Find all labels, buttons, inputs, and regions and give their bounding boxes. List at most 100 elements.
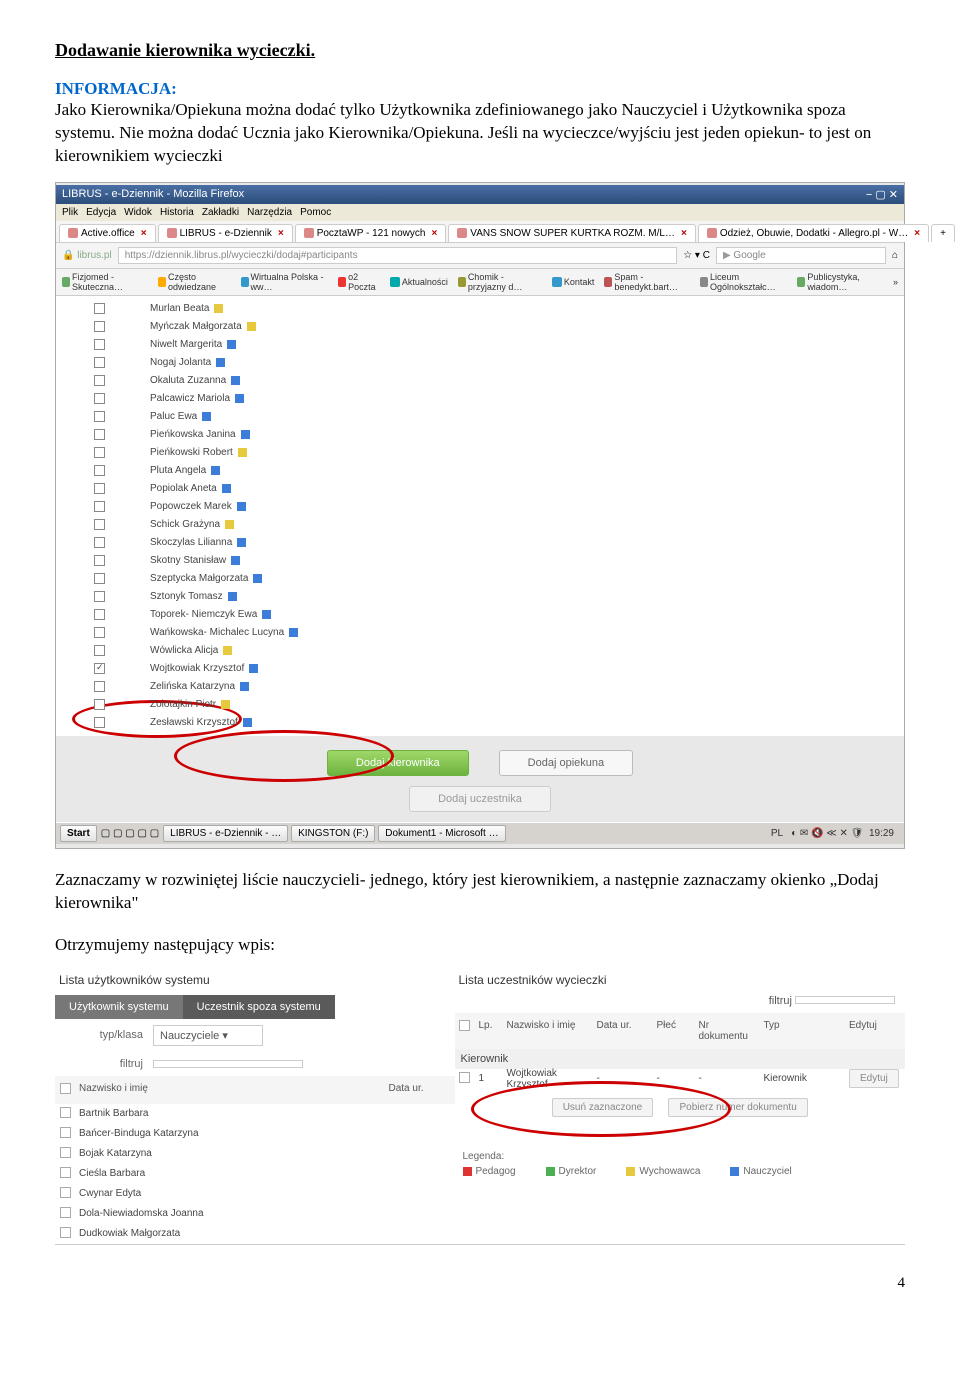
filter-input-left[interactable] [153,1060,303,1068]
row-checkbox[interactable] [60,1207,71,1218]
close-icon[interactable]: × [141,228,147,239]
teacher-row: Niwelt Margerita [66,336,904,354]
teacher-checkbox[interactable] [94,411,105,422]
row-checkbox[interactable] [60,1127,71,1138]
row-checkbox[interactable] [459,1072,470,1083]
teacher-checkbox[interactable] [94,609,105,620]
reload-icon[interactable]: ☆ ▾ C [683,250,710,261]
menu-item[interactable]: Edycja [86,207,116,218]
new-tab-button[interactable]: + [931,224,955,242]
bookmark-item[interactable]: Kontakt [552,277,595,287]
select-all-checkbox-right[interactable] [459,1020,470,1031]
taskbar-item[interactable]: KINGSTON (F:) [291,825,375,842]
taskbar-item[interactable]: Dokument1 - Microsoft … [378,825,505,842]
teacher-checkbox[interactable] [94,537,105,548]
edit-button[interactable]: Edytuj [849,1069,899,1088]
bookmark-item[interactable]: Wirtualna Polska - ww… [241,272,329,292]
role-marker-icon [206,1208,214,1216]
bookmark-item[interactable]: Chomik - przyjazny d… [458,272,542,292]
teacher-checkbox[interactable] [94,501,105,512]
quicklaunch-icons[interactable]: ▢ ▢ ▢ ▢ ▢ [101,828,159,839]
delete-selected-button[interactable]: Usuń zaznaczone [552,1098,654,1117]
teacher-checkbox[interactable] [94,627,105,638]
add-leader-button[interactable]: Dodaj kierownika [327,750,469,776]
search-field[interactable]: ▶ Google [716,247,886,264]
teacher-checkbox[interactable] [94,519,105,530]
teacher-checkbox[interactable] [94,663,105,674]
teacher-row: Pieńkowski Robert [66,444,904,462]
teacher-checkbox[interactable] [94,429,105,440]
browser-tab[interactable]: Odzież, Obuwie, Dodatki - Allegro.pl - W… [698,224,929,242]
teacher-checkbox[interactable] [94,681,105,692]
teacher-checkbox[interactable] [94,555,105,566]
tab-user-external[interactable]: Uczestnik spoza systemu [183,995,335,1019]
teacher-checkbox[interactable] [94,465,105,476]
menu-item[interactable]: Historia [160,207,194,218]
row-checkbox[interactable] [60,1107,71,1118]
teacher-row: Skoczylas Lilianna [66,534,904,552]
left-column: Lista użytkowników systemu Użytkownik sy… [55,965,455,1244]
menu-item[interactable]: Zakładki [202,207,239,218]
url-field[interactable]: https://dziennik.librus.pl/wycieczki/dod… [118,247,678,264]
teacher-checkbox[interactable] [94,645,105,656]
teacher-checkbox[interactable] [94,483,105,494]
row-checkbox[interactable] [60,1167,71,1178]
teacher-checkbox[interactable] [94,375,105,386]
teacher-name: Wojtkowiak Krzysztof [150,663,244,674]
taskbar-item[interactable]: LIBRUS - e-Dziennik - … [163,825,288,842]
bookmarks-bar[interactable]: Fizjomed - Skuteczna… Często odwiedzane Wi… [56,269,904,296]
role-marker-icon [144,1188,152,1196]
teacher-checkbox[interactable] [94,321,105,332]
taskbar[interactable]: Start ▢ ▢ ▢ ▢ ▢ LIBRUS - e-Dziennik - … … [56,822,904,844]
menu-item[interactable]: Pomoc [300,207,331,218]
bookmark-item[interactable]: Publicystyka, wiadom… [797,272,883,292]
browser-tabs[interactable]: Active.office ×LIBRUS - e-Dziennik ×Pocz… [56,221,904,243]
browser-tab[interactable]: Active.office × [59,224,156,242]
row-checkbox[interactable] [60,1227,71,1238]
start-button[interactable]: Start [60,825,97,842]
bookmark-item[interactable]: Fizjomed - Skuteczna… [62,272,148,292]
role-marker-icon [228,592,237,601]
close-icon[interactable]: × [681,228,687,239]
teacher-checkbox[interactable] [94,699,105,710]
close-icon[interactable]: × [431,228,437,239]
tab-user-system[interactable]: Użytkownik systemu [55,995,183,1019]
teacher-row: Nogaj Jolanta [66,354,904,372]
bookmark-item[interactable]: Często odwiedzane [158,272,230,292]
row-checkbox[interactable] [60,1147,71,1158]
type-select[interactable]: Nauczyciele ▾ [153,1025,263,1046]
row-checkbox[interactable] [60,1187,71,1198]
teacher-checkbox[interactable] [94,339,105,350]
get-document-button[interactable]: Pobierz numer dokumentu [668,1098,807,1117]
home-icon[interactable]: ⌂ [892,250,898,261]
role-marker-icon [238,448,247,457]
teacher-checkbox[interactable] [94,573,105,584]
teacher-name: Wańkowska- Michalec Lucyna [150,627,284,638]
browser-tab[interactable]: LIBRUS - e-Dziennik × [158,224,293,242]
teacher-checkbox[interactable] [94,591,105,602]
teacher-checkbox[interactable] [94,393,105,404]
menu-item[interactable]: Widok [124,207,152,218]
teacher-checkbox[interactable] [94,303,105,314]
bookmark-item[interactable]: o2 Poczta [338,272,380,292]
browser-tab[interactable]: VANS SNOW SUPER KURTKA ROZM. M/L… × [448,224,696,242]
teacher-checkbox[interactable] [94,357,105,368]
bookmark-item[interactable]: Spam - benedykt.bart… [604,272,690,292]
browser-tab[interactable]: PocztaWP - 121 nowych × [295,224,447,242]
close-icon[interactable]: × [914,228,920,239]
window-controls[interactable]: − ▢ ✕ [866,188,898,201]
bookmark-item[interactable]: Aktualności [390,277,448,287]
menu-item[interactable]: Plik [62,207,78,218]
window-title: LIBRUS - e-Dziennik - Mozilla Firefox [62,188,244,201]
add-guardian-button[interactable]: Dodaj opiekuna [499,750,633,776]
left-table-header: Nazwisko i imię Data ur. [55,1076,455,1104]
menu-item[interactable]: Narzędzia [247,207,292,218]
teacher-checkbox[interactable] [94,717,105,728]
select-all-checkbox[interactable] [60,1083,71,1094]
menubar[interactable]: Plik Edycja Widok Historia Zakładki Narzędzia… [56,204,904,221]
teacher-checkbox[interactable] [94,447,105,458]
filter-input-right[interactable] [795,996,895,1004]
bookmark-item[interactable]: Liceum Ogólnokształc… [700,272,787,292]
teacher-name: Pluta Angela [150,465,206,476]
close-icon[interactable]: × [278,228,284,239]
